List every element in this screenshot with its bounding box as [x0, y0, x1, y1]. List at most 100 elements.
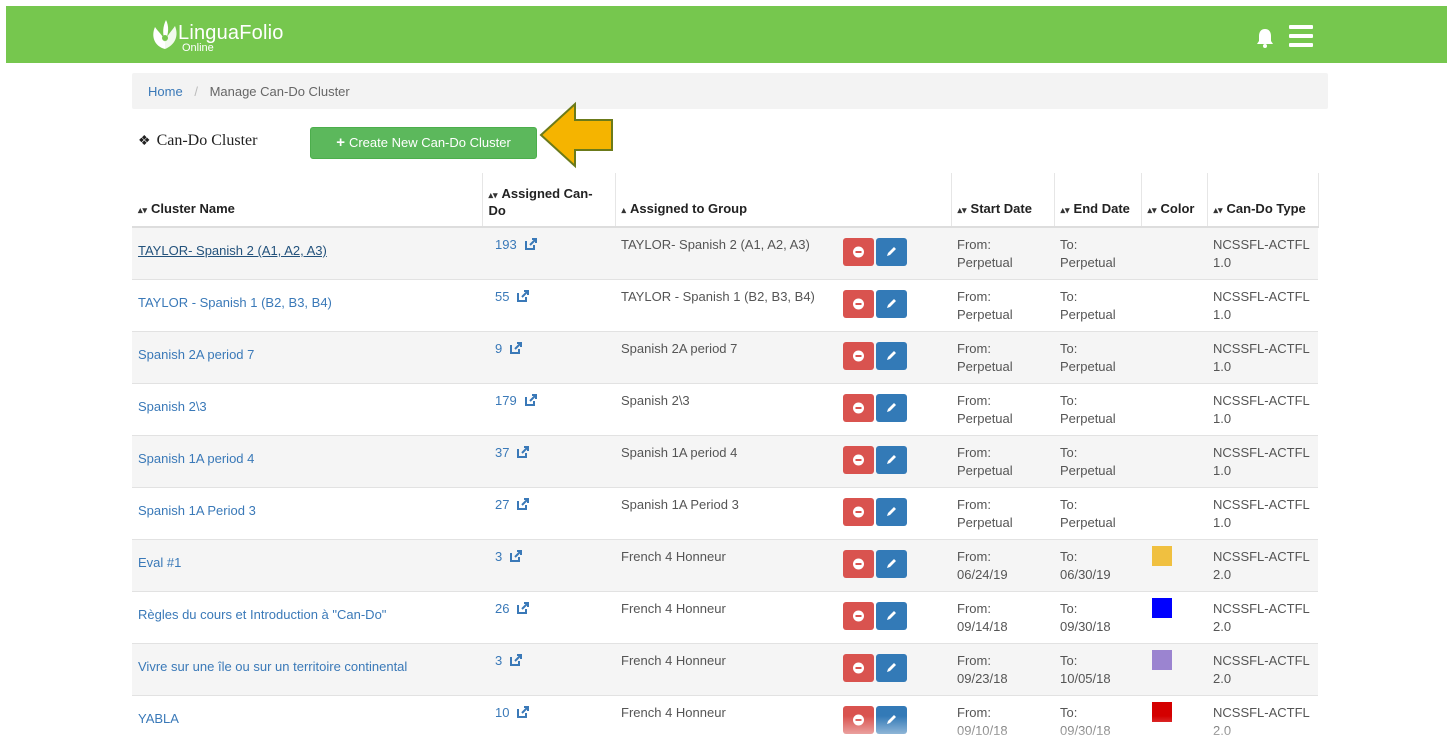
- col-header-assigned-can-do[interactable]: ▴▾ Assigned Can-Do: [482, 173, 616, 228]
- delete-button[interactable]: [843, 549, 874, 578]
- hamburger-menu-icon[interactable]: [1289, 25, 1313, 47]
- external-link-icon[interactable]: [517, 497, 530, 510]
- minus-circle-icon: [853, 662, 864, 673]
- cluster-name-link[interactable]: TAYLOR- Spanish 2 (A1, A2, A3): [138, 243, 327, 258]
- external-link-icon[interactable]: [510, 549, 523, 562]
- edit-button[interactable]: [876, 601, 907, 630]
- start-date-label: From:: [957, 340, 991, 356]
- cluster-name-link[interactable]: Eval #1: [138, 555, 181, 570]
- assigned-can-do-count[interactable]: 10: [495, 705, 509, 720]
- start-date-cell: From: Perpetual: [951, 226, 1054, 279]
- assigned-can-do-count[interactable]: 9: [495, 341, 502, 356]
- external-link-icon[interactable]: [517, 289, 530, 302]
- table-row: TAYLOR - Spanish 1 (B2, B3, B4) 55 TAYLOR …: [132, 278, 1318, 331]
- external-link-icon[interactable]: [517, 601, 530, 614]
- pencil-icon: [887, 350, 896, 360]
- col-header-can-do-type[interactable]: ▴▾ Can-Do Type: [1207, 173, 1319, 228]
- assigned-can-do-count[interactable]: 55: [495, 289, 509, 304]
- assigned-group-text: Spanish 1A period 4: [621, 444, 738, 460]
- cluster-name-link[interactable]: Spanish 2\3: [138, 399, 207, 414]
- edit-button[interactable]: [876, 238, 907, 266]
- delete-button[interactable]: [843, 341, 874, 370]
- pencil-icon: [887, 662, 896, 672]
- col-header-color[interactable]: ▴▾ Color: [1141, 173, 1208, 228]
- col-header-end-date[interactable]: ▴▾ End Date: [1054, 173, 1142, 228]
- cluster-name-link[interactable]: Spanish 1A period 4: [138, 451, 254, 466]
- edit-button[interactable]: [876, 341, 907, 370]
- breadcrumb-home-link[interactable]: Home: [148, 84, 183, 99]
- delete-button[interactable]: [843, 393, 874, 422]
- top-navbar: LinguaFolio Online: [6, 6, 1447, 63]
- create-cluster-button[interactable]: + Create New Can-Do Cluster: [310, 127, 537, 159]
- external-link-icon[interactable]: [510, 653, 523, 666]
- page-title-text: Can-Do Cluster: [156, 132, 258, 149]
- edit-button[interactable]: [876, 393, 907, 422]
- end-date-cell: To: Perpetual: [1054, 226, 1141, 279]
- edit-button[interactable]: [876, 445, 907, 474]
- table-row: Règles du cours et Introduction à "Can-D…: [132, 590, 1318, 643]
- end-date-label: To:: [1060, 444, 1078, 460]
- assigned-group-cell: French 4 Honneur: [615, 590, 837, 643]
- actions-cell: [837, 330, 951, 383]
- start-date-label: From:: [957, 704, 991, 720]
- assigned-group-text: Spanish 2\3: [621, 392, 690, 408]
- external-link-icon[interactable]: [517, 705, 530, 718]
- table-row: TAYLOR- Spanish 2 (A1, A2, A3) 193 TAYLOR-…: [132, 226, 1318, 279]
- can-do-type-text: NCSSFL-ACTFL 2.0: [1213, 704, 1310, 738]
- color-cell: [1141, 486, 1207, 539]
- color-cell: [1141, 330, 1207, 383]
- assigned-can-do-count[interactable]: 193: [495, 237, 517, 252]
- end-date-cell: To: 10/05/18: [1054, 642, 1141, 695]
- end-date-value: Perpetual: [1060, 306, 1116, 322]
- actions-cell: [837, 642, 951, 695]
- cluster-name-link[interactable]: Vivre sur une île ou sur un territoire c…: [138, 659, 407, 674]
- minus-circle-icon: [853, 246, 864, 258]
- end-date-value: 06/30/19: [1060, 566, 1111, 582]
- delete-button[interactable]: [843, 601, 874, 630]
- delete-button[interactable]: [843, 653, 874, 682]
- minus-circle-icon: [853, 298, 864, 309]
- assigned-can-do-count[interactable]: 27: [495, 497, 509, 512]
- assigned-can-do-count[interactable]: 26: [495, 601, 509, 616]
- assigned-can-do-count[interactable]: 3: [495, 653, 502, 668]
- can-do-type-cell: NCSSFL-ACTFL 1.0: [1207, 486, 1318, 539]
- start-date-label: From:: [957, 600, 991, 616]
- col-header-start-date[interactable]: ▴▾ Start Date: [951, 173, 1055, 228]
- plus-icon: +: [336, 134, 345, 151]
- minus-circle-icon: [853, 714, 864, 725]
- edit-button[interactable]: [876, 289, 907, 318]
- edit-button[interactable]: [876, 549, 907, 578]
- edit-button[interactable]: [876, 653, 907, 682]
- cluster-name-link[interactable]: YABLA: [138, 711, 179, 726]
- cluster-name-link[interactable]: Spanish 1A Period 3: [138, 503, 256, 518]
- start-date-value: 06/24/19: [957, 566, 1008, 582]
- cluster-name-link[interactable]: Spanish 2A period 7: [138, 347, 254, 362]
- can-do-type-text: NCSSFL-ACTFL 2.0: [1213, 548, 1310, 582]
- assigned-can-do-count[interactable]: 179: [495, 393, 517, 408]
- linguafolio-logo[interactable]: LinguaFolio Online: [148, 16, 318, 56]
- edit-button[interactable]: [876, 705, 907, 734]
- delete-button[interactable]: [843, 705, 874, 734]
- external-link-icon[interactable]: [510, 341, 523, 354]
- color-swatch: [1152, 545, 1172, 566]
- delete-button[interactable]: [843, 238, 874, 266]
- cluster-name-link[interactable]: Règles du cours et Introduction à "Can-D…: [138, 607, 386, 622]
- assigned-can-do-count[interactable]: 3: [495, 549, 502, 564]
- external-link-icon[interactable]: [524, 393, 537, 406]
- bell-icon[interactable]: [1256, 28, 1274, 48]
- delete-button[interactable]: [843, 445, 874, 474]
- external-link-icon[interactable]: [524, 238, 537, 250]
- col-header-assigned-group[interactable]: ▴ Assigned to Group: [615, 173, 837, 228]
- start-date-cell: From: Perpetual: [951, 434, 1054, 487]
- cluster-name-link[interactable]: TAYLOR - Spanish 1 (B2, B3, B4): [138, 295, 332, 310]
- start-date-value: Perpetual: [957, 306, 1013, 322]
- pencil-icon: [887, 610, 896, 620]
- external-link-icon[interactable]: [517, 445, 530, 458]
- assigned-can-do-count[interactable]: 37: [495, 445, 509, 460]
- cluster-name-cell: YABLA: [132, 694, 482, 740]
- edit-button[interactable]: [876, 497, 907, 526]
- col-header-cluster-name[interactable]: ▴▾ Cluster Name: [132, 173, 483, 228]
- actions-cell: [837, 434, 951, 487]
- delete-button[interactable]: [843, 497, 874, 526]
- delete-button[interactable]: [843, 289, 874, 318]
